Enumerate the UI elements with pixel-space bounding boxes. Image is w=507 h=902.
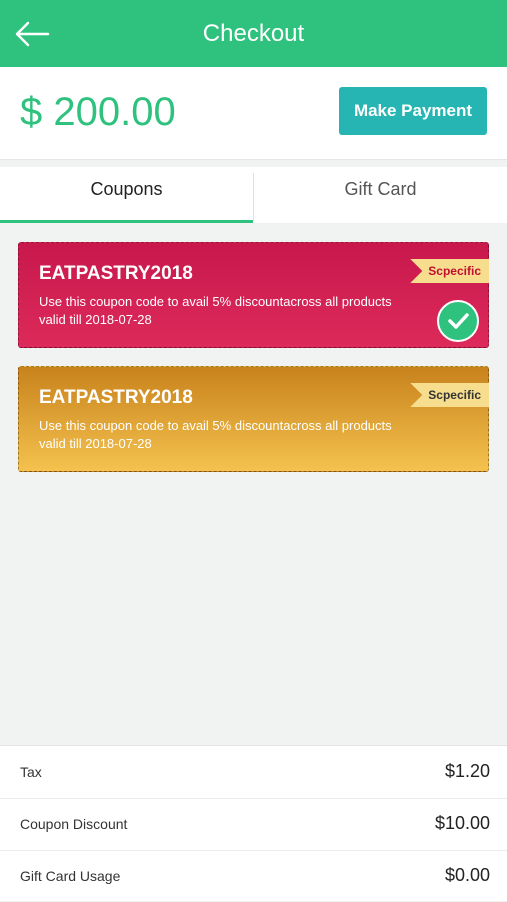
summary-row-coupon-discount: Coupon Discount $10.00 — [0, 798, 507, 851]
summary-label: Coupon Discount — [20, 816, 128, 832]
summary-label: Tax — [20, 764, 42, 780]
summary-value: $0.00 — [444, 865, 490, 885]
make-payment-button[interactable]: Make Payment — [339, 87, 487, 135]
summary-row-tax: Tax $1.20 — [0, 746, 507, 799]
summary-label: Gift Card Usage — [20, 868, 121, 884]
coupon-code: EATPASTRY2018 — [39, 263, 193, 284]
tab-bar: Coupons Gift Card — [0, 167, 507, 223]
summary-value: $10.00 — [434, 813, 490, 833]
selected-check-icon — [437, 300, 479, 342]
amount-bar: $ 200.00 Make Payment — [0, 67, 507, 160]
coupon-tag: Scpecific — [410, 259, 489, 283]
total-amount: $ 200.00 — [20, 90, 176, 134]
checkmark-icon — [448, 313, 469, 329]
coupon-card[interactable]: EATPASTRY2018 Use this coupon code to av… — [18, 242, 489, 348]
summary-row-gift-card-usage: Gift Card Usage $0.00 — [0, 850, 507, 902]
page-title: Checkout — [202, 20, 305, 47]
summary-value: $1.20 — [444, 761, 490, 781]
coupon-description: Use this coupon code to avail 5% discoun… — [39, 418, 392, 451]
order-summary: Tax $1.20 Coupon Discount $10.00 Gift Ca… — [0, 745, 507, 901]
coupon-tag: Scpecific — [410, 383, 489, 407]
coupon-code: EATPASTRY2018 — [39, 387, 193, 408]
coupon-card[interactable]: EATPASTRY2018 Use this coupon code to av… — [18, 366, 489, 472]
app-header: Checkout — [0, 0, 507, 67]
coupon-description: Use this coupon code to avail 5% discoun… — [39, 294, 392, 327]
tab-coupons[interactable]: Coupons — [0, 167, 253, 223]
tab-gift-card[interactable]: Gift Card — [254, 167, 507, 223]
